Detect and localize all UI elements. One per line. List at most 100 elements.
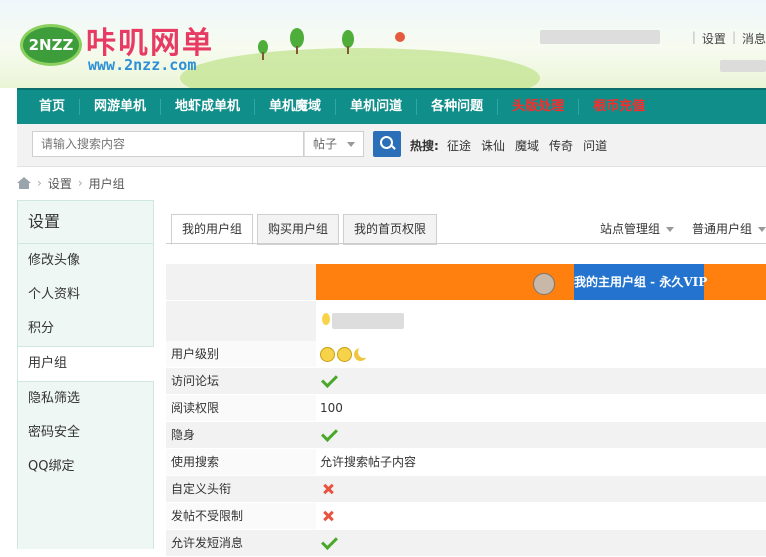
row-value: 100 xyxy=(320,401,343,415)
nav-item-wendao[interactable]: 单机问道 xyxy=(336,99,418,115)
top-link-separator: | xyxy=(691,30,696,44)
row-value xyxy=(316,476,766,502)
table-row: 用户级别 xyxy=(166,341,766,368)
tree-trunk xyxy=(262,52,264,60)
house-icon xyxy=(395,32,405,42)
row-label: 自定义头衔 xyxy=(166,476,316,502)
row-label: 隐身 xyxy=(166,422,316,448)
cross-icon xyxy=(322,483,334,495)
hot-search-words: 征途 诛仙 魔域 传奇 问道 xyxy=(447,137,607,154)
breadcrumb-separator: › xyxy=(77,176,83,190)
tab-my-usergroup[interactable]: 我的用户组 xyxy=(171,214,254,245)
usergroup-banner: 我的主用户组 - 永久VIP xyxy=(316,264,766,300)
normal-group-label: 普通用户组 xyxy=(691,222,752,236)
sidebar-item-profile[interactable]: 个人资料 xyxy=(18,278,153,312)
smiley-icon xyxy=(337,346,352,362)
search-bar: 帖子 热搜: 征途 诛仙 魔域 传奇 问道 xyxy=(17,124,766,167)
table-row: 发帖不受限制 xyxy=(166,503,766,530)
logo-url: www.2nzz.com xyxy=(88,56,197,74)
search-icon-handle xyxy=(390,144,396,150)
hot-word[interactable]: 征途 xyxy=(447,137,471,154)
row-label: 使用搜索 xyxy=(166,449,316,475)
bulb-icon xyxy=(322,313,330,325)
table-row: 允许发短消息 xyxy=(166,530,766,557)
cross-icon xyxy=(322,510,334,522)
search-type-select[interactable]: 帖子 xyxy=(304,131,364,157)
admin-group-select[interactable]: 站点管理组 xyxy=(600,220,674,237)
nav-item-questions[interactable]: 各种问题 xyxy=(417,99,499,115)
search-button[interactable] xyxy=(373,131,401,157)
sidebar-item-avatar[interactable]: 修改头像 xyxy=(18,244,153,278)
table-row: 使用搜索 允许搜索帖子内容 xyxy=(166,449,766,476)
row-value: 允许搜索帖子内容 xyxy=(320,455,417,469)
sidebar-item-usergroup[interactable]: 用户组 xyxy=(18,346,154,382)
home-icon[interactable] xyxy=(17,177,31,189)
tab-buy-usergroup[interactable]: 购买用户组 xyxy=(257,214,340,245)
user-info-blurred xyxy=(720,60,766,72)
table-row: 隐身 xyxy=(166,422,766,449)
group-name-blurred xyxy=(332,313,404,329)
hot-word[interactable]: 传奇 xyxy=(549,137,573,154)
row-value xyxy=(316,422,766,448)
hot-word[interactable]: 问道 xyxy=(583,137,607,154)
sidebar-item-credits[interactable]: 积分 xyxy=(18,312,153,346)
row-label: 允许发短消息 xyxy=(166,530,316,556)
nav-item-headline[interactable]: 头版处理 xyxy=(498,99,580,115)
sidebar-title: 设置 xyxy=(18,201,153,244)
table-row: 阅读权限 100 xyxy=(166,395,766,422)
top-link-messages[interactable]: 消息 xyxy=(742,30,766,47)
admin-group-label: 站点管理组 xyxy=(599,222,660,236)
main-nav: 首页 网游单机 地虾成单机 单机魔域 单机问道 各种问题 头版处理 根币充值 xyxy=(17,88,766,124)
settings-sidebar: 设置 修改头像 个人资料 积分 用户组 隐私筛选 密码安全 QQ绑定 xyxy=(17,200,154,549)
group-info-left-cell xyxy=(166,301,316,341)
check-icon xyxy=(321,532,338,550)
search-type-value: 帖子 xyxy=(313,137,338,151)
banner-left-cell xyxy=(166,264,316,300)
table-row: 访问论坛 xyxy=(166,368,766,395)
permission-table: 用户级别 访问论坛 阅读权限 100 隐身 使用搜索 允许搜索帖子内容 自定义头… xyxy=(166,341,766,557)
site-logo[interactable]: 2NZZ 咔叽网单 www.2nzz.com xyxy=(20,18,240,78)
chevron-down-icon xyxy=(758,227,766,232)
logo-badge: 2NZZ xyxy=(20,24,82,66)
search-input[interactable] xyxy=(32,131,304,157)
row-label: 访问论坛 xyxy=(166,368,316,394)
top-link-settings[interactable]: 设置 xyxy=(702,30,726,47)
row-value xyxy=(316,341,766,367)
row-label: 发帖不受限制 xyxy=(166,503,316,529)
tab-divider xyxy=(166,243,766,244)
row-value xyxy=(316,368,766,394)
moon-icon xyxy=(354,345,370,361)
hot-word[interactable]: 诛仙 xyxy=(481,137,505,154)
row-value xyxy=(316,503,766,529)
site-header: 2NZZ 咔叽网单 www.2nzz.com | 设置 | 消息 xyxy=(0,0,766,88)
nav-item-online-games[interactable]: 网游单机 xyxy=(80,99,162,115)
group-info-cell xyxy=(316,301,766,341)
sidebar-item-password[interactable]: 密码安全 xyxy=(18,416,153,450)
row-label: 阅读权限 xyxy=(166,395,316,421)
row-label: 用户级别 xyxy=(166,341,316,367)
group-avatar-circle xyxy=(533,273,555,295)
nav-item-moyu[interactable]: 单机魔域 xyxy=(255,99,337,115)
top-link-separator: | xyxy=(731,30,736,44)
username-blurred xyxy=(540,30,660,44)
sidebar-item-qq[interactable]: QQ绑定 xyxy=(18,450,153,484)
nav-item-single-games[interactable]: 地虾成单机 xyxy=(161,99,256,115)
check-icon xyxy=(321,424,338,442)
main-group-label: 我的主用户组 - 永久VIP xyxy=(574,264,707,300)
check-icon xyxy=(321,370,338,388)
nav-item-recharge[interactable]: 根币充值 xyxy=(579,99,659,115)
usergroup-tabs: 我的用户组 购买用户组 我的首页权限 xyxy=(171,214,438,245)
tree-trunk xyxy=(296,46,298,54)
top-links: | 设置 | 消息 xyxy=(692,30,766,47)
tab-home-permissions[interactable]: 我的首页权限 xyxy=(343,214,438,245)
chevron-down-icon xyxy=(347,142,355,147)
breadcrumb-separator: › xyxy=(37,176,42,190)
breadcrumb-settings[interactable]: 设置 xyxy=(48,175,72,192)
nav-item-home[interactable]: 首页 xyxy=(25,99,81,115)
normal-group-select[interactable]: 普通用户组 xyxy=(692,220,766,237)
chevron-down-icon xyxy=(665,227,674,232)
group-selects: 站点管理组 普通用户组 xyxy=(600,220,766,237)
breadcrumb-usergroup[interactable]: 用户组 xyxy=(89,175,125,192)
sidebar-item-privacy[interactable]: 隐私筛选 xyxy=(18,382,153,416)
hot-word[interactable]: 魔域 xyxy=(515,137,539,154)
